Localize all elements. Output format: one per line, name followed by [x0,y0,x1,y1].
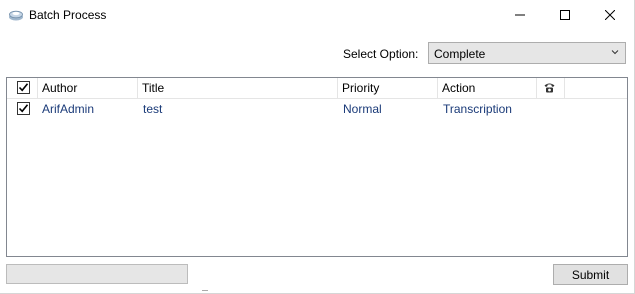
cloud-stack-icon [8,8,24,22]
column-header-priority-label: Priority [342,81,380,95]
maximize-icon [559,10,570,20]
chevron-down-icon [611,50,619,55]
column-header-author[interactable]: Author [38,78,138,98]
minimize-icon [514,14,525,16]
table-row[interactable]: ArifAdmin test Normal Transcription [7,99,627,119]
resize-grip[interactable] [202,290,208,294]
select-option-value: Complete [434,47,486,61]
title-bar[interactable]: Batch Process [0,0,634,30]
select-option-dropdown[interactable]: Complete [428,42,626,64]
row-checkbox[interactable] [17,102,30,115]
grid-header: Author Title Priority Action [7,78,627,99]
cell-author: ArifAdmin [42,102,95,116]
header-select-all-cell [7,78,38,98]
batch-grid: Author Title Priority Action ArifAdmin t… [6,77,628,257]
column-header-action-label: Action [442,81,476,95]
cell-priority: Normal [343,102,382,116]
column-header-dictation[interactable] [537,78,565,98]
select-all-checkbox[interactable] [17,81,30,94]
checkmark-icon [18,104,29,113]
column-header-author-label: Author [42,81,78,95]
column-header-title[interactable]: Title [138,78,338,98]
column-header-title-label: Title [142,81,165,95]
cell-action: Transcription [443,102,512,116]
close-button[interactable] [587,0,632,30]
maximize-button[interactable] [542,0,587,30]
checkmark-icon [18,83,29,92]
minimize-button[interactable] [497,0,542,30]
column-header-action[interactable]: Action [438,78,537,98]
submit-button[interactable]: Submit [553,264,628,285]
cell-title: test [143,102,163,116]
progress-bar [6,264,188,284]
column-header-priority[interactable]: Priority [338,78,438,98]
close-icon [604,10,615,20]
window-title: Batch Process [29,8,107,22]
select-option-label: Select Option: [343,47,419,61]
batch-process-window: Batch Process Select Option: Complete Au… [0,0,635,294]
telephone-icon [544,83,555,93]
